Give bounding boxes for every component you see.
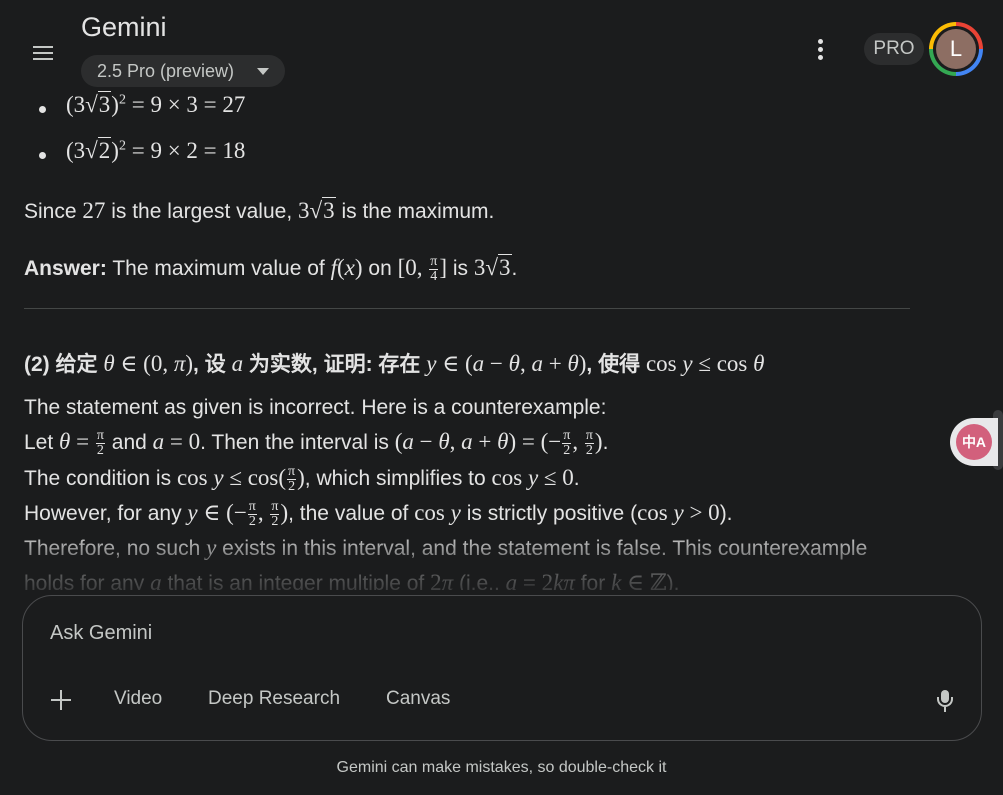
app-title: Gemini: [81, 12, 167, 42]
pro-badge[interactable]: PRO: [864, 33, 924, 65]
disclaimer-text: Gemini can make mistakes, so double-chec…: [336, 759, 667, 776]
question-2-heading: (2) 给定 θ ∈ (0, π), 设 a 为实数, 证明: 存在 y ∈ (…: [24, 351, 765, 376]
therefore-line: Therefore, no such y exists in this inte…: [24, 535, 868, 560]
plus-icon[interactable]: [49, 688, 73, 712]
statement-line: The statement as given is incorrect. Her…: [24, 396, 607, 419]
hamburger-menu-icon[interactable]: [28, 38, 58, 68]
avatar-initial: L: [936, 29, 976, 69]
caret-down-icon: [257, 68, 269, 75]
tool-deep-research-button[interactable]: Deep Research: [208, 688, 340, 710]
holds-line: holds for any a that is an integer multi…: [24, 570, 680, 590]
section-divider: [24, 308, 910, 309]
bullet-equation-2: (3√2)2 = 9 × 2 = 18: [66, 137, 246, 163]
microphone-icon[interactable]: [935, 688, 955, 714]
translate-icon: 中A: [956, 424, 992, 460]
tool-canvas-button[interactable]: Canvas: [386, 688, 450, 710]
prompt-input-box[interactable]: Ask Gemini Video Deep Research Canvas: [22, 595, 982, 741]
account-avatar[interactable]: L: [929, 22, 983, 76]
model-label: 2.5 Pro (preview): [97, 61, 235, 81]
model-selector[interactable]: 2.5 Pro (preview): [81, 55, 285, 87]
however-line: However, for any y ∈ (− π 2, π 2), the valu…: [24, 499, 733, 530]
bullet-dot: [39, 106, 46, 113]
answer-label: Answer:: [24, 257, 107, 280]
bullet-dot: [39, 152, 46, 159]
prompt-input[interactable]: Ask Gemini: [50, 622, 152, 645]
condition-line: The condition is cos y ≤ cos(π 2), which …: [24, 464, 580, 495]
bullet-equation-1: (3√3)2 = 9 × 3 = 27: [66, 91, 246, 117]
answer-line: Answer: The maximum value of f(x) on [0,…: [24, 254, 518, 285]
response-content: (3√3)2 = 9 × 3 = 27 (3√2)2 = 9 × 2 = 18 …: [24, 90, 924, 590]
since-line: Since 27 is the largest value, 3√3 is th…: [24, 197, 495, 223]
translate-button[interactable]: 中A: [950, 418, 998, 466]
vertical-dots-icon[interactable]: [810, 36, 830, 64]
tool-video-button[interactable]: Video: [114, 688, 162, 710]
top-bar: Gemini 2.5 Pro (preview) PRO L: [0, 0, 1003, 96]
let-line: Let θ = π2 and a = 0. Then the interval …: [24, 428, 609, 459]
